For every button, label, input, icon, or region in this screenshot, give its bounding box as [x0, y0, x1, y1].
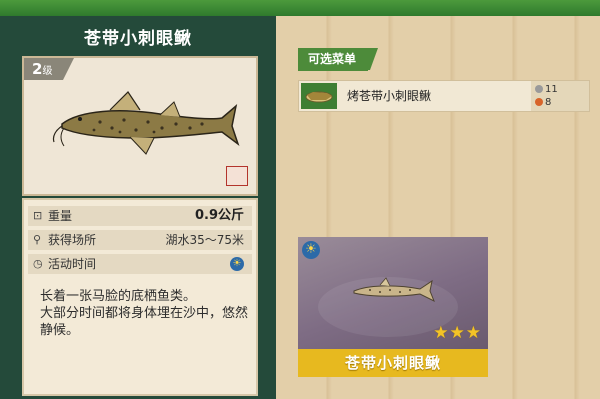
- fish-description: 长着一张马脸的底栖鱼类。 大部分时间都将身体埋在沙中，悠然 静候。: [40, 288, 250, 339]
- location-label: 获得场所: [48, 233, 97, 247]
- menu-header-underline: [298, 68, 368, 71]
- artist-seal: [226, 166, 248, 186]
- weight-row: ⊡ 重量 0.9公斤: [28, 206, 252, 226]
- weight-value: 0.9公斤: [194, 208, 244, 223]
- fish-detail-panel: 苍带小刺眼鳅 2级 ⊡ 重量 0.9公斤 ⚲ 获得场所 湖水35～75米 ◷ 活…: [0, 16, 276, 399]
- activity-time-label: 活动时间: [48, 257, 97, 271]
- flame-icon: [535, 98, 543, 106]
- dish-stat-1: 11: [535, 84, 558, 96]
- fish-illustration-card: 2级: [22, 56, 258, 196]
- preview-fish: [353, 277, 435, 303]
- fish-illustration: [52, 91, 240, 155]
- location-pin-icon: ⚲: [33, 233, 42, 246]
- fish-info-box: ⊡ 重量 0.9公斤 ⚲ 获得场所 湖水35～75米 ◷ 活动时间 ☀ 长着一张…: [22, 198, 258, 396]
- menu-item[interactable]: 烤苍带小刺眼鳅 11 8: [298, 80, 590, 112]
- description-line: 大部分时间都将身体埋在沙中，悠然: [40, 306, 249, 321]
- sun-icon: ☀: [230, 257, 244, 271]
- menu-header: 可选菜单: [298, 48, 378, 70]
- clock-icon: ◷: [33, 257, 43, 270]
- activity-time-row: ◷ 活动时间 ☀: [28, 254, 252, 274]
- top-banner: [0, 0, 600, 21]
- dish-stats: 11 8: [531, 81, 589, 111]
- location-value: 湖水35～75米: [165, 233, 244, 247]
- sun-icon: ☀: [302, 241, 320, 259]
- level-value: 2: [32, 60, 43, 78]
- level-badge: 2级: [24, 58, 74, 80]
- preview-fish-name: 苍带小刺眼鳅: [298, 349, 488, 377]
- dish-stat-2: 8: [535, 97, 551, 109]
- coin-icon: [535, 85, 543, 93]
- dish-stat-2-value: 8: [545, 97, 552, 108]
- fish-preview-image: ☀ ★★★: [298, 237, 488, 349]
- description-line: 长着一张马脸的底栖鱼类。: [40, 289, 197, 304]
- dish-thumbnail: [301, 83, 337, 109]
- description-line: 静候。: [40, 323, 80, 338]
- weight-label: 重量: [48, 209, 73, 223]
- level-unit: 级: [42, 66, 53, 77]
- dish-name: 烤苍带小刺眼鳅: [347, 89, 432, 103]
- dish-stat-1-value: 11: [545, 84, 558, 95]
- fish-title: 苍带小刺眼鳅: [84, 29, 192, 49]
- location-row: ⚲ 获得场所 湖水35～75米: [28, 230, 252, 250]
- scale-icon: ⊡: [33, 209, 43, 222]
- rating-stars: ★★★: [433, 323, 482, 343]
